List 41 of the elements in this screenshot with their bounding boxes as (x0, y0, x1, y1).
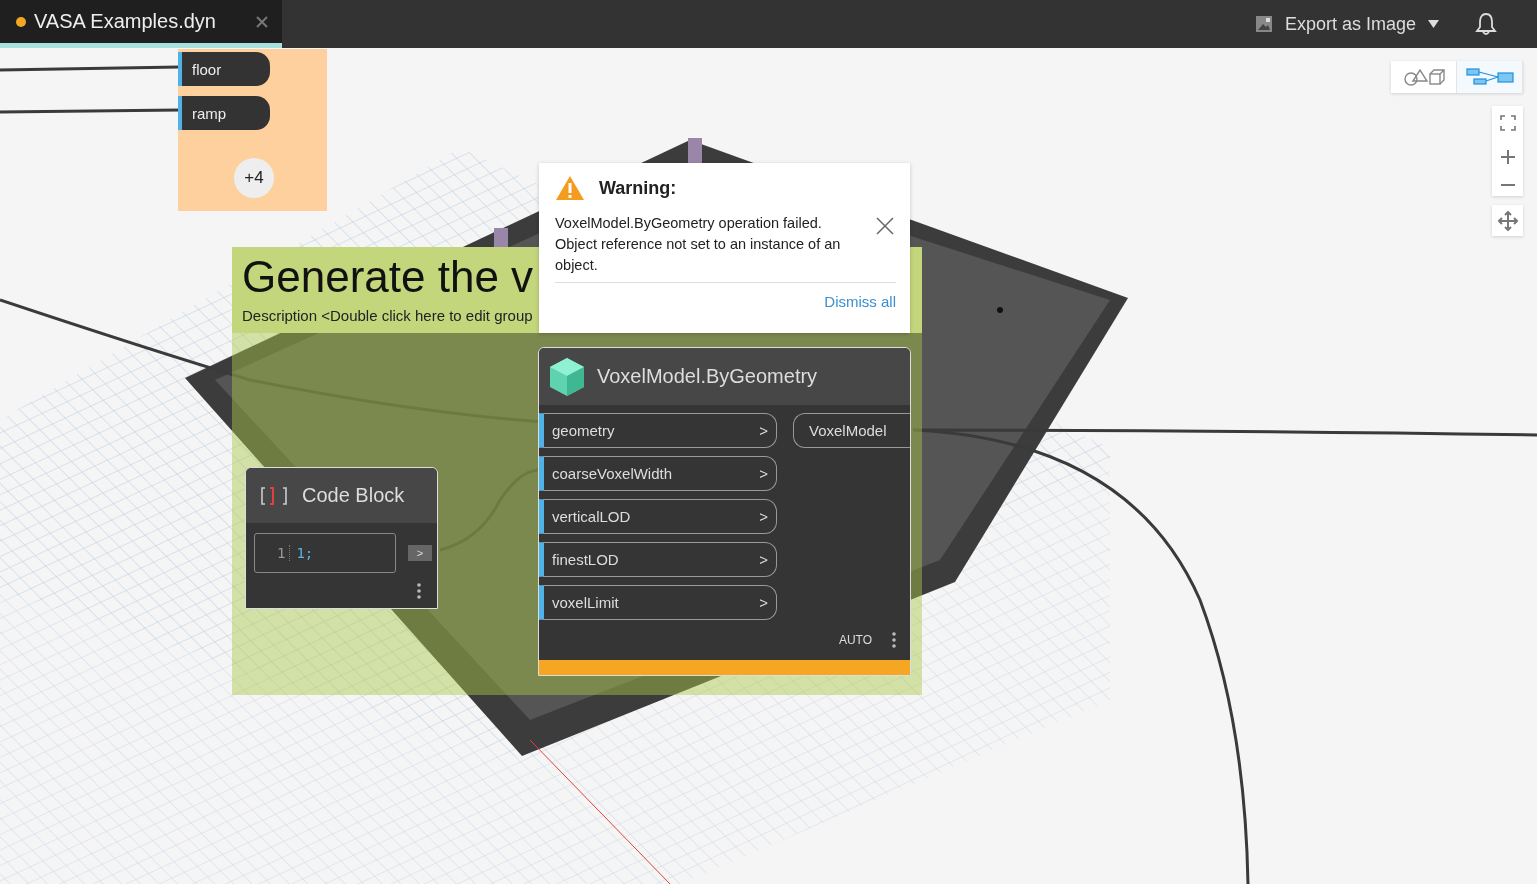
graph-view-button[interactable] (1457, 61, 1523, 93)
file-tab[interactable]: VASA Examples.dyn (0, 0, 282, 48)
node-title: VoxelModel.ByGeometry (597, 365, 818, 388)
output-port[interactable]: ramp (178, 96, 270, 130)
image-icon (1254, 15, 1273, 33)
close-icon[interactable] (256, 15, 268, 28)
code-text: 1; (296, 545, 314, 561)
warning-title: Warning: (599, 177, 677, 199)
code-block-icon (260, 485, 288, 506)
more-options-icon[interactable] (417, 583, 421, 599)
output-port[interactable]: > (408, 545, 432, 561)
input-port[interactable]: finestLOD > (539, 542, 777, 577)
more-ports-button[interactable]: +4 (234, 158, 274, 198)
tab-title: VASA Examples.dyn (34, 10, 217, 33)
line-number: 1 (277, 545, 291, 561)
close-icon[interactable] (876, 217, 894, 235)
bell-icon[interactable] (1475, 12, 1497, 36)
run-mode-label: AUTO (838, 633, 872, 647)
code-block-node[interactable]: Code Block 1 1; > (245, 467, 438, 609)
graph-icon (1465, 68, 1514, 86)
export-image-button[interactable]: Export as Image (1240, 0, 1453, 48)
dismiss-all-link[interactable]: Dismiss all (824, 293, 896, 310)
zoom-out-icon[interactable] (1499, 183, 1516, 187)
shapes-icon (1402, 67, 1445, 87)
node-title: Code Block (302, 484, 405, 507)
input-port[interactable]: voxelLimit > (539, 585, 777, 620)
warning-icon (555, 175, 585, 201)
cube-icon (549, 356, 585, 397)
warning-message: VoxelModel.ByGeometry operation failed. Object reference not set to an instance of an object. (555, 214, 842, 275)
voxel-node[interactable]: VoxelModel.ByGeometry geometry > coarseVoxelWidth > verticalLOD > finestLOD > voxelLimit > VoxelModel AUTO (538, 347, 911, 676)
fit-view-icon[interactable] (1499, 115, 1516, 131)
code-editor-field[interactable]: 1 1; (254, 533, 396, 573)
zoom-in-icon[interactable] (1499, 149, 1516, 165)
output-port[interactable]: floor (178, 52, 270, 86)
input-port[interactable]: coarseVoxelWidth > (539, 456, 777, 491)
more-options-icon[interactable] (892, 632, 896, 648)
output-port[interactable]: VoxelModel (793, 413, 910, 448)
input-port[interactable]: geometry > (539, 413, 777, 448)
input-port[interactable]: verticalLOD > (539, 499, 777, 534)
geometry-view-button[interactable] (1391, 61, 1457, 93)
caret-icon (1428, 19, 1439, 29)
